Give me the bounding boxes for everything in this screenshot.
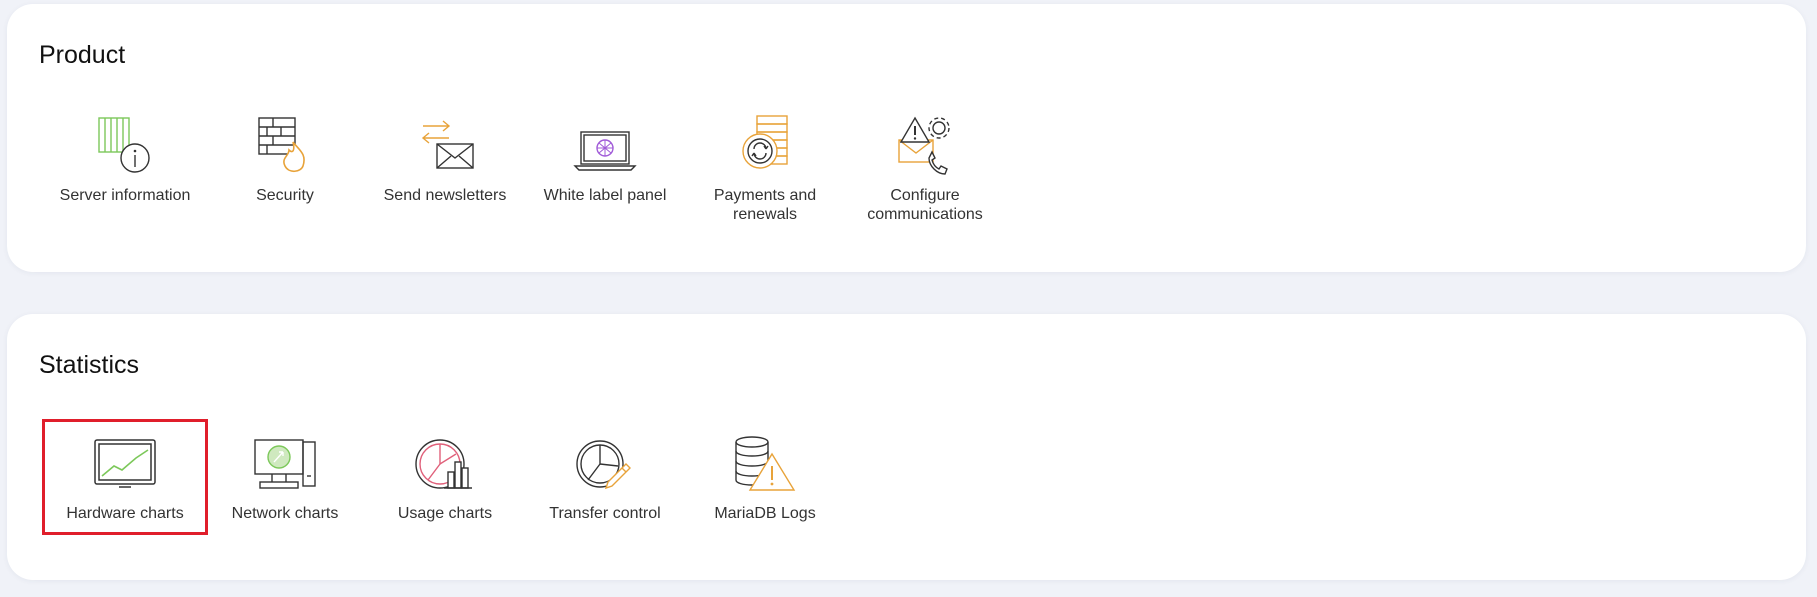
network-chart-icon: [249, 428, 321, 500]
tile-label: Payments and renewals: [713, 187, 817, 223]
tile-label: Usage charts: [397, 505, 493, 522]
tile-server-information[interactable]: Server information: [45, 110, 205, 224]
tile-payments-and-renewals[interactable]: Payments and renewals: [685, 110, 845, 224]
white-label-icon: [569, 110, 641, 182]
tile-network-charts[interactable]: Network charts: [205, 422, 365, 532]
section-title-product: Product: [39, 41, 126, 69]
payments-icon: [729, 110, 801, 182]
statistics-tiles: Hardware charts Network charts Usage cha…: [42, 419, 845, 535]
tile-hardware-charts[interactable]: Hardware charts: [42, 419, 208, 535]
firewall-icon: [249, 110, 321, 182]
section-title-statistics: Statistics: [39, 351, 140, 379]
communications-icon: [889, 110, 961, 182]
tile-label: Security: [256, 187, 314, 204]
tile-label: Network charts: [231, 505, 339, 522]
page: Product Server information Security Send…: [0, 0, 1817, 597]
product-section: Product Server information Security Send…: [7, 4, 1806, 272]
tile-white-label-panel[interactable]: White label panel: [525, 110, 685, 224]
usage-chart-icon: [409, 428, 481, 500]
tile-transfer-control[interactable]: Transfer control: [525, 422, 685, 532]
tile-label: MariaDB Logs: [714, 505, 816, 522]
hardware-chart-icon: [89, 428, 161, 500]
transfer-control-icon: [569, 428, 641, 500]
tile-label: Server information: [59, 187, 191, 204]
tile-configure-communications[interactable]: Configure communications: [845, 110, 1005, 224]
newsletter-icon: [409, 110, 481, 182]
tile-mariadb-logs[interactable]: MariaDB Logs: [685, 422, 845, 532]
tile-label: Transfer control: [549, 505, 661, 522]
tile-label: Configure communications: [867, 187, 983, 223]
tile-security[interactable]: Security: [205, 110, 365, 224]
product-tiles: Server information Security Send newslet…: [45, 110, 1005, 224]
mariadb-logs-icon: [729, 428, 801, 500]
tile-label: Hardware charts: [66, 505, 184, 522]
tile-label: Send newsletters: [383, 187, 507, 204]
tile-usage-charts[interactable]: Usage charts: [365, 422, 525, 532]
statistics-section: Statistics Hardware charts Network chart…: [7, 314, 1806, 580]
server-info-icon: [89, 110, 161, 182]
tile-label: White label panel: [543, 187, 667, 204]
tile-send-newsletters[interactable]: Send newsletters: [365, 110, 525, 224]
